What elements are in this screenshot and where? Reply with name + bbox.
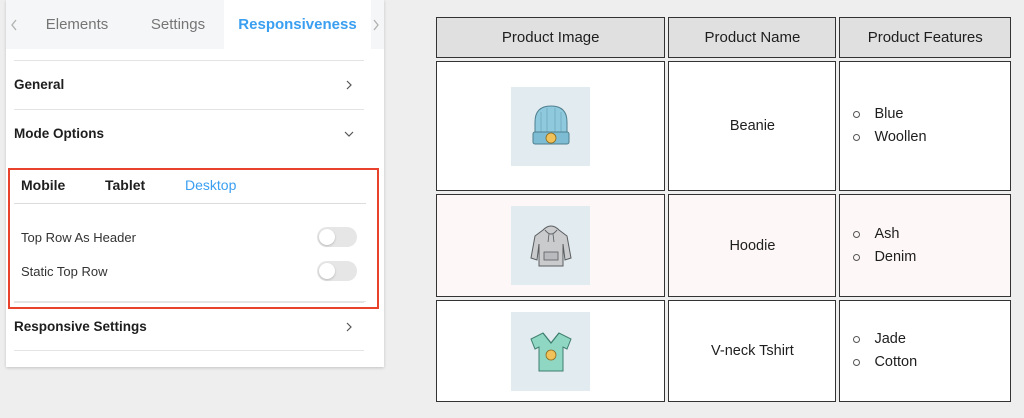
- section-responsive-settings[interactable]: Responsive Settings: [14, 302, 364, 351]
- chevron-right-icon: [344, 80, 354, 90]
- vneck-tshirt-icon: [511, 311, 591, 391]
- header-product-features: Product Features: [839, 17, 1011, 58]
- list-item: Denim: [853, 246, 1010, 269]
- product-image-cell: [436, 194, 666, 297]
- toggle-row-static-top-row: Static Top Row: [21, 259, 357, 283]
- device-tab-desktop[interactable]: Desktop: [185, 177, 236, 193]
- section-responsive-settings-label: Responsive Settings: [14, 319, 147, 334]
- product-features-cell: Jade Cotton: [839, 300, 1011, 402]
- tabs-scroll-right-icon[interactable]: [368, 0, 384, 49]
- product-features-cell: Blue Woollen: [839, 61, 1011, 191]
- toggle-row-top-row-as-header: Top Row As Header: [21, 225, 357, 249]
- product-name-cell: Hoodie: [668, 194, 837, 297]
- static-top-row-label: Static Top Row: [21, 263, 108, 279]
- section-general-label: General: [14, 77, 65, 92]
- product-image-cell: [436, 61, 666, 191]
- features-list: Ash Denim: [840, 223, 1010, 269]
- top-row-as-header-label: Top Row As Header: [21, 229, 136, 245]
- device-tabs: Mobile Tablet Desktop: [14, 172, 366, 204]
- list-item: Woollen: [853, 126, 1010, 149]
- hoodie-icon: [511, 206, 591, 285]
- table-row: V-neck Tshirt Jade Cotton: [436, 300, 1011, 402]
- list-item: Ash: [853, 223, 1010, 246]
- chevron-down-icon: [344, 129, 354, 139]
- product-features-cell: Ash Denim: [839, 194, 1011, 297]
- product-image-cell: [436, 300, 666, 402]
- device-tab-tablet[interactable]: Tablet: [105, 177, 145, 193]
- tabs-scroll-left-icon[interactable]: [6, 0, 22, 49]
- section-mode-options-label: Mode Options: [14, 126, 104, 141]
- chevron-right-icon: [344, 322, 354, 332]
- tab-responsiveness[interactable]: Responsiveness: [224, 0, 371, 49]
- features-list: Blue Woollen: [840, 103, 1010, 149]
- static-top-row-toggle[interactable]: [317, 261, 357, 281]
- table-row: Beanie Blue Woollen: [436, 61, 1011, 191]
- toggle-knob: [319, 229, 335, 245]
- product-table: Product Image Product Name Product Featu…: [433, 14, 1014, 405]
- toggle-knob: [319, 263, 335, 279]
- product-name-cell: V-neck Tshirt: [668, 300, 837, 402]
- device-tab-mobile[interactable]: Mobile: [21, 177, 65, 193]
- beanie-icon: [511, 86, 591, 166]
- list-item: Jade: [853, 328, 1010, 351]
- features-list: Jade Cotton: [840, 328, 1010, 374]
- section-general[interactable]: General: [14, 60, 364, 108]
- tab-settings[interactable]: Settings: [132, 0, 224, 49]
- top-row-as-header-toggle[interactable]: [317, 227, 357, 247]
- list-item: Cotton: [853, 351, 1010, 374]
- product-name-cell: Beanie: [668, 61, 837, 191]
- section-mode-options[interactable]: Mode Options: [14, 109, 364, 157]
- table-header-row: Product Image Product Name Product Featu…: [436, 17, 1011, 58]
- table-row: Hoodie Ash Denim: [436, 194, 1011, 297]
- header-product-image: Product Image: [436, 17, 666, 58]
- tab-elements[interactable]: Elements: [22, 0, 132, 49]
- header-product-name: Product Name: [668, 17, 837, 58]
- panel-tabs: Elements Settings Responsiveness: [6, 0, 384, 49]
- list-item: Blue: [853, 103, 1010, 126]
